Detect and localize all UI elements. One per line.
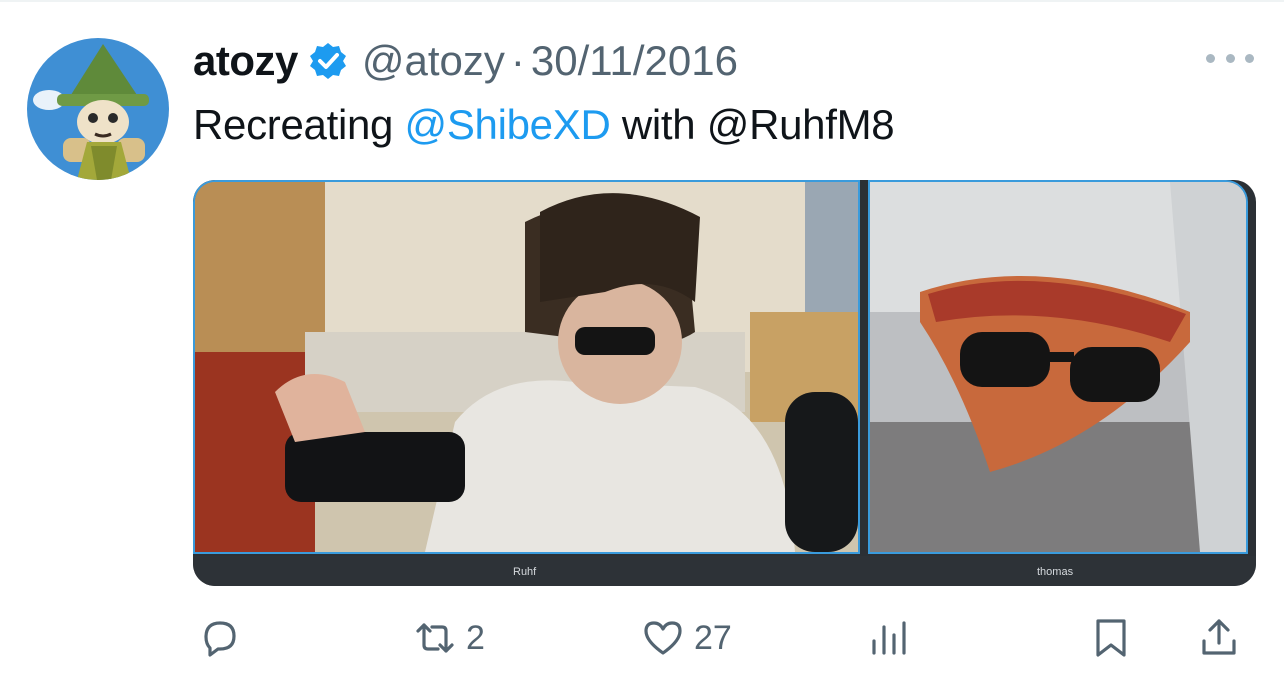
tweet-media[interactable]: Ruhf thomas xyxy=(193,180,1256,586)
header-separator: · xyxy=(510,37,525,84)
retweet-icon xyxy=(416,623,454,653)
reply-button[interactable] xyxy=(196,608,242,668)
tweet-text-part: Recreating xyxy=(193,101,405,148)
tweet-actions: 2 27 xyxy=(0,608,1284,668)
author-name[interactable]: atozy xyxy=(193,37,298,85)
video-frame-left xyxy=(193,180,860,554)
analytics-icon xyxy=(872,621,906,655)
right-video-caption: thomas xyxy=(1037,566,1074,578)
like-button[interactable]: 27 xyxy=(640,608,732,668)
views-button[interactable] xyxy=(866,608,912,668)
heart-icon xyxy=(644,621,682,655)
bookmark-button[interactable] xyxy=(1088,608,1134,668)
tweet-header: atozy @atozy · 30/11/2016 xyxy=(193,34,738,88)
avatar[interactable] xyxy=(27,38,169,180)
tweet-text: Recreating @ShibeXD with @RuhfM8 xyxy=(193,98,895,152)
share-icon xyxy=(1202,619,1236,655)
video-caption-bar xyxy=(193,556,1256,586)
verified-badge-icon xyxy=(309,43,346,79)
retweet-count: 2 xyxy=(466,618,485,657)
tweet-text-part: with @RuhfM8 xyxy=(610,101,895,148)
left-video-caption: Ruhf xyxy=(513,566,537,578)
video-frame-right xyxy=(868,180,1248,554)
avatar-illustration xyxy=(27,38,169,180)
more-dot xyxy=(1225,53,1235,63)
more-dot xyxy=(1206,53,1215,63)
reply-icon xyxy=(204,621,236,657)
more-options-icon[interactable] xyxy=(1206,48,1254,68)
webcam-scene-left xyxy=(195,182,858,552)
like-count: 27 xyxy=(694,618,732,657)
webcam-scene-right xyxy=(870,182,1246,552)
mention-link[interactable]: @ShibeXD xyxy=(404,101,610,148)
author-handle[interactable]: @atozy xyxy=(362,37,505,85)
retweet-button[interactable]: 2 xyxy=(412,608,485,668)
share-button[interactable] xyxy=(1196,608,1242,668)
more-dot xyxy=(1245,53,1254,63)
top-divider xyxy=(0,0,1284,2)
bookmark-icon xyxy=(1096,619,1126,657)
tweet-date[interactable]: 30/11/2016 xyxy=(531,37,738,85)
